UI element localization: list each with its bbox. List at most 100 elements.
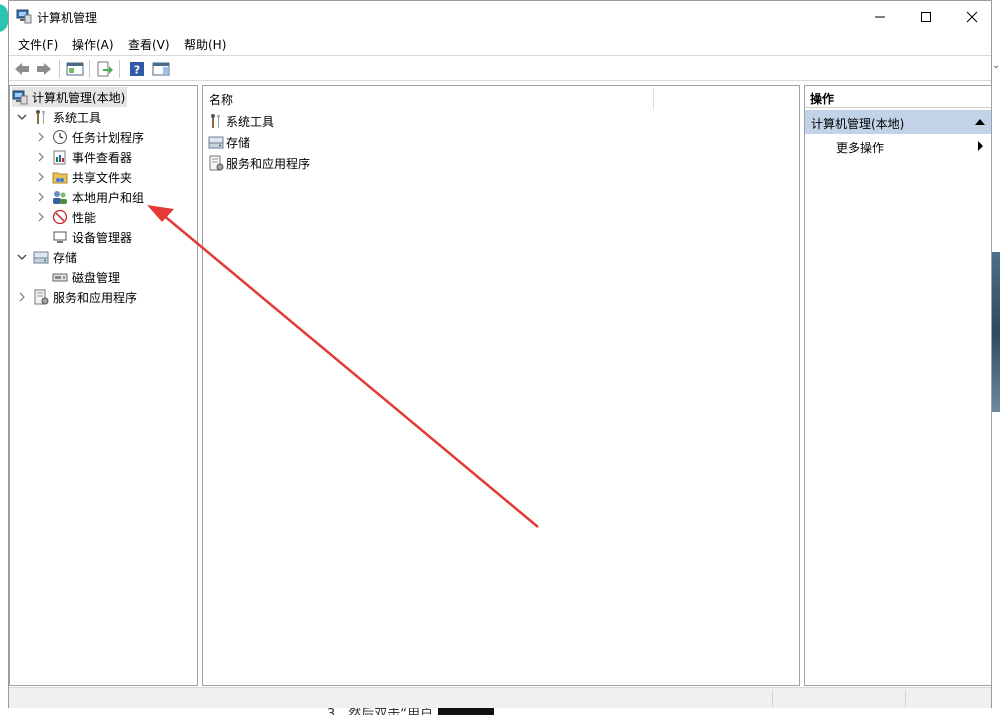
chevron-down-icon: ⌄ <box>992 60 1000 71</box>
back-button[interactable] <box>12 59 32 79</box>
show-hide-action-pane-icon <box>152 62 170 76</box>
minimize-icon <box>875 16 885 17</box>
tree-item-label: 服务和应用程序 <box>53 290 138 305</box>
chevron-right-icon[interactable] <box>17 292 27 302</box>
tree-item-label: 计算机管理(本地) <box>32 90 126 105</box>
clock-icon <box>52 129 68 145</box>
minimize-button[interactable] <box>857 1 903 32</box>
background-left-strip <box>0 0 8 715</box>
event-viewer-icon <box>52 149 68 165</box>
help-button[interactable]: ? <box>127 59 147 79</box>
svg-text:?: ? <box>134 64 140 77</box>
tree-item-shared-folders[interactable]: 共享文件夹 <box>36 167 132 187</box>
status-cell <box>905 691 992 707</box>
close-icon <box>966 11 978 22</box>
back-arrow-icon <box>15 63 29 75</box>
menu-help[interactable]: 帮助(H) <box>184 36 226 53</box>
tree-item-local-users-groups[interactable]: 本地用户和组 <box>36 187 144 207</box>
show-hide-console-tree-icon <box>66 62 84 76</box>
toolbar-separator <box>89 60 90 78</box>
list-item[interactable]: 服务和应用程序 <box>208 153 310 173</box>
tree-item-device-manager[interactable]: 设备管理器 <box>52 227 132 247</box>
result-pane: 名称 系统工具 存储 服务和应用程序 <box>202 85 800 686</box>
list-header: 名称 <box>203 86 799 110</box>
actions-header: 操作 <box>805 86 991 108</box>
actions-section-header[interactable]: 计算机管理(本地) <box>805 110 991 134</box>
list-item[interactable]: 存储 <box>208 132 250 152</box>
menu-file[interactable]: 文件(F) <box>18 36 58 53</box>
maximize-button[interactable] <box>903 1 949 32</box>
chevron-right-icon[interactable] <box>36 132 46 142</box>
export-list-icon <box>97 61 113 77</box>
services-icon <box>33 289 49 305</box>
chevron-right-icon[interactable] <box>36 152 46 162</box>
device-manager-icon <box>52 229 68 245</box>
tree-item-label: 性能 <box>72 210 97 225</box>
chevron-right-icon[interactable] <box>36 212 46 222</box>
services-icon <box>208 155 224 171</box>
more-actions-item[interactable]: 更多操作 <box>836 139 884 156</box>
menu-bar: 文件(F) 操作(A) 查看(V) 帮助(H) <box>9 32 991 55</box>
tree-item-disk-management[interactable]: 磁盘管理 <box>52 267 120 287</box>
tree-item-label: 事件查看器 <box>72 150 133 165</box>
list-item-label: 存储 <box>226 135 251 150</box>
status-cell <box>772 691 905 707</box>
chevron-right-icon[interactable] <box>36 172 46 182</box>
status-bar <box>9 687 991 708</box>
tree-item-label: 存储 <box>53 250 78 265</box>
tree-item-label: 磁盘管理 <box>72 270 121 285</box>
chevron-down-icon[interactable] <box>17 112 27 122</box>
collapse-arrow-icon[interactable] <box>975 119 985 125</box>
disk-icon <box>52 269 68 285</box>
computer-management-icon <box>12 89 28 105</box>
tree-item-label: 任务计划程序 <box>72 130 145 145</box>
console-tree: 计算机管理(本地) 系统工具 任务计划程序 事件查看器 共享文件夹 本地用户和组… <box>9 85 198 686</box>
show-hide-console-tree-button[interactable] <box>65 59 85 79</box>
forward-arrow-icon <box>37 63 51 75</box>
tree-item-label: 系统工具 <box>53 110 102 125</box>
column-divider[interactable] <box>653 88 654 110</box>
tree-item-label: 设备管理器 <box>72 230 133 245</box>
submenu-arrow-icon <box>978 141 983 151</box>
tree-item-services-apps[interactable]: 服务和应用程序 <box>17 287 137 307</box>
help-icon: ? <box>130 62 144 77</box>
chevron-down-icon[interactable] <box>17 252 27 262</box>
actions-section-label: 计算机管理(本地) <box>811 117 905 131</box>
list-item-label: 系统工具 <box>226 114 275 129</box>
toolbar-separator <box>59 60 60 78</box>
storage-icon <box>208 134 224 150</box>
list-item[interactable]: 系统工具 <box>208 111 274 131</box>
tree-item-label: 本地用户和组 <box>72 190 145 205</box>
menu-view[interactable]: 查看(V) <box>128 36 170 53</box>
tools-icon <box>208 113 224 129</box>
tree-item-event-viewer[interactable]: 事件查看器 <box>36 147 132 167</box>
close-button[interactable] <box>949 1 995 32</box>
toolbar: ? <box>9 55 991 81</box>
tree-item-task-scheduler[interactable]: 任务计划程序 <box>36 127 144 147</box>
tools-icon <box>33 109 49 125</box>
storage-icon <box>33 249 49 265</box>
users-icon <box>52 189 68 205</box>
computer-management-icon <box>16 8 32 24</box>
desktop: ⌄ 3、然后双击“用户 计算机管理 文件(F) 操作(A) 查看(V) 帮助(H <box>0 0 1000 715</box>
column-header-name[interactable]: 名称 <box>209 91 233 108</box>
tree-item-performance[interactable]: 性能 <box>36 207 96 227</box>
toolbar-separator <box>119 60 120 78</box>
show-hide-action-pane-button[interactable] <box>151 59 171 79</box>
background-image-edge <box>992 252 1000 412</box>
actions-pane: 操作 计算机管理(本地) 更多操作 <box>804 85 992 686</box>
list-item-label: 服务和应用程序 <box>226 156 311 171</box>
title-bar[interactable]: 计算机管理 <box>9 1 991 32</box>
tree-item-system-tools[interactable]: 系统工具 <box>17 107 101 127</box>
tree-item-storage[interactable]: 存储 <box>17 247 77 267</box>
maximize-icon <box>921 11 931 22</box>
performance-icon <box>52 209 68 225</box>
menu-action[interactable]: 操作(A) <box>72 36 114 53</box>
export-list-button[interactable] <box>95 59 115 79</box>
window-title: 计算机管理 <box>37 11 98 25</box>
chevron-right-icon[interactable] <box>36 192 46 202</box>
tree-item-root[interactable]: 计算机管理(本地) <box>12 87 128 107</box>
forward-button[interactable] <box>34 59 54 79</box>
tree-item-label: 共享文件夹 <box>72 170 133 185</box>
shared-folder-icon <box>52 169 68 185</box>
